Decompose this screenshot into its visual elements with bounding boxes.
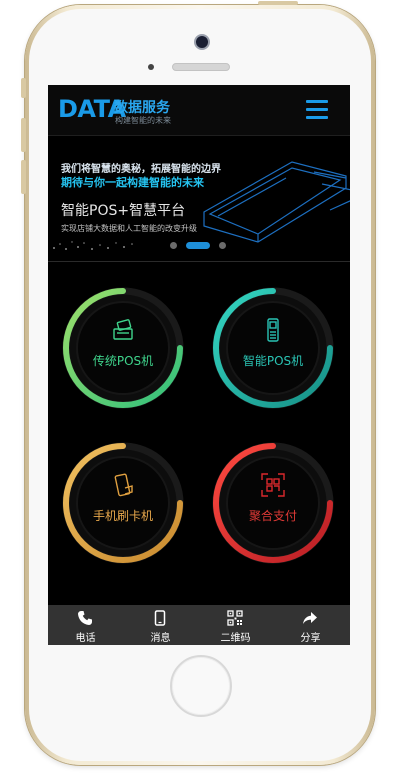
banner-description: 实现店铺大数据和人工智能的改变升级 bbox=[61, 224, 197, 233]
hero-banner[interactable]: 我们将智慧的奥秘，拓展智能的边界 期待与你一起构建智能的未来 智能POS+智慧平… bbox=[48, 136, 350, 261]
nav-qr-code[interactable]: 二维码 bbox=[198, 605, 273, 645]
nav-phone[interactable]: 电话 bbox=[48, 605, 123, 645]
home-button[interactable] bbox=[170, 655, 232, 717]
tile-ring bbox=[212, 442, 334, 564]
carousel-dot-3[interactable] bbox=[219, 242, 226, 249]
earpiece-speaker bbox=[172, 63, 230, 71]
nav-label: 电话 bbox=[75, 633, 96, 644]
front-camera bbox=[194, 34, 210, 50]
nav-label: 二维码 bbox=[220, 633, 251, 644]
qr-code-icon bbox=[227, 610, 243, 626]
logo-subtitle: 构建智能的未来 bbox=[115, 116, 171, 125]
logo-title[interactable]: 数据服务 bbox=[114, 97, 170, 117]
share-icon bbox=[303, 612, 317, 624]
bottom-nav-bar: 电话 消息 二维码 分享 bbox=[48, 605, 350, 645]
tile-label: 手机刷卡机 bbox=[92, 509, 153, 523]
proximity-sensor bbox=[148, 64, 154, 70]
carousel-dot-2-active[interactable] bbox=[186, 242, 210, 249]
nav-label: 分享 bbox=[300, 633, 321, 644]
tile-label: 传统POS机 bbox=[92, 354, 154, 368]
banner-divider bbox=[48, 261, 350, 262]
tile-label: 聚合支付 bbox=[248, 509, 297, 523]
nav-message[interactable]: 消息 bbox=[123, 605, 198, 645]
tile-traditional-pos[interactable]: 传统POS机 bbox=[60, 285, 186, 411]
banner-line-2: 期待与你一起构建智能的未来 bbox=[61, 176, 204, 189]
tile-ring bbox=[62, 287, 184, 409]
qr-scan-icon bbox=[261, 473, 285, 497]
volume-down-button bbox=[21, 160, 26, 194]
carousel-dot-1[interactable] bbox=[170, 242, 177, 249]
power-button bbox=[258, 1, 298, 5]
site-header: DATA 数据服务 构建智能的未来 bbox=[48, 85, 350, 136]
mute-switch bbox=[21, 78, 26, 98]
tile-label: 智能POS机 bbox=[242, 354, 304, 368]
nav-share[interactable]: 分享 bbox=[273, 605, 348, 645]
sparkle-decoration bbox=[53, 241, 133, 250]
tile-ring bbox=[212, 287, 334, 409]
phone-card-icon bbox=[114, 473, 133, 497]
volume-up-button bbox=[21, 118, 26, 152]
tile-smart-pos[interactable]: 智能POS机 bbox=[210, 285, 336, 411]
nav-label: 消息 bbox=[150, 633, 171, 644]
tile-aggregate-payment[interactable]: 聚合支付 bbox=[210, 440, 336, 566]
tile-ring bbox=[62, 442, 184, 564]
phone-icon bbox=[78, 611, 92, 625]
hamburger-menu-icon[interactable] bbox=[306, 100, 328, 120]
phone-screen: DATA 数据服务 构建智能的未来 我们将智慧的奥秘，拓展智能的边界 期待与你一… bbox=[48, 85, 350, 645]
smart-pos-icon bbox=[267, 318, 279, 342]
card-swipe-pos-icon bbox=[113, 319, 133, 340]
message-icon bbox=[154, 610, 166, 626]
banner-title: 智能POS+智慧平台 bbox=[61, 203, 186, 219]
tile-mobile-card-reader[interactable]: 手机刷卡机 bbox=[60, 440, 186, 566]
banner-line-1: 我们将智慧的奥秘，拓展智能的边界 bbox=[61, 164, 221, 175]
